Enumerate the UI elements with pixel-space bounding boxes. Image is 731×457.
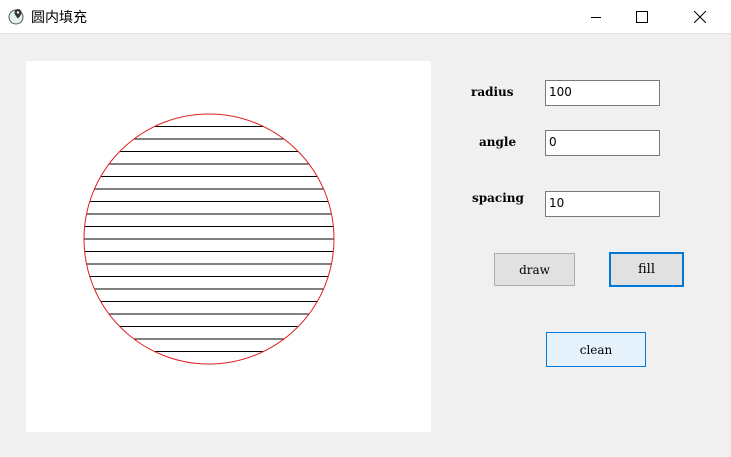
draw-button[interactable]: draw: [494, 253, 575, 286]
close-icon: [694, 10, 706, 23]
window-title: 圆内填充: [31, 10, 87, 26]
spacing-label: spacing: [472, 191, 524, 205]
minimize-button[interactable]: [573, 0, 619, 33]
angle-input[interactable]: 0: [545, 130, 660, 156]
map-pin-globe-icon: [8, 9, 24, 25]
clean-button[interactable]: clean: [546, 332, 646, 367]
maximize-button[interactable]: [619, 0, 665, 33]
title-bar: 圆内填充: [0, 0, 731, 34]
maximize-icon: [636, 10, 648, 23]
minimize-icon: [591, 16, 601, 18]
drawing-surface: [83, 113, 335, 365]
fill-button[interactable]: fill: [609, 252, 684, 287]
spacing-input[interactable]: 10: [545, 191, 660, 217]
angle-label: angle: [479, 135, 517, 149]
close-button[interactable]: [677, 0, 723, 33]
radius-input[interactable]: 100: [545, 80, 660, 106]
radius-label: radius: [471, 85, 514, 99]
drawing-canvas[interactable]: [26, 61, 431, 432]
